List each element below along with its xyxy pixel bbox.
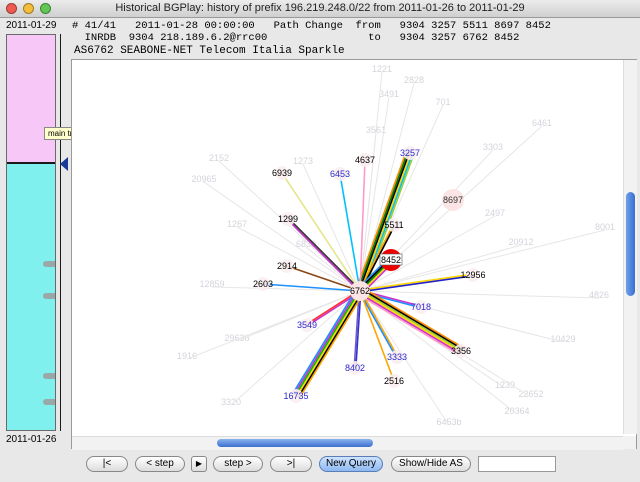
as-path-edge xyxy=(294,290,361,396)
timeline-event-mark xyxy=(43,373,55,379)
new-query-button[interactable]: New Query xyxy=(319,456,383,472)
background-as-label: 6453b xyxy=(436,417,461,427)
info-line-1: # 41/41 2011-01-28 00:00:00 Path Change … xyxy=(72,20,551,32)
horizontal-scroll-thumb[interactable] xyxy=(217,439,373,447)
as-node-2914[interactable]: 2914 xyxy=(277,261,297,271)
timeline-event-mark xyxy=(43,261,55,267)
background-edge xyxy=(203,181,361,292)
background-edge xyxy=(302,163,361,292)
last-step-button[interactable]: >| xyxy=(270,456,312,472)
next-step-button[interactable]: step > xyxy=(213,456,263,472)
as-node-6939[interactable]: 6939 xyxy=(272,168,292,178)
as-node-3257[interactable]: 3257 xyxy=(400,148,420,158)
as-node-3333[interactable]: 3333 xyxy=(387,352,407,362)
as-node-16735[interactable]: 16735 xyxy=(283,391,308,401)
show-hide-as-button[interactable]: Show/Hide AS xyxy=(391,456,471,472)
as-node-8402[interactable]: 8402 xyxy=(345,363,365,373)
info-line-2: INRDB 9304 218.189.6.2@rrc00 to 9304 325… xyxy=(72,32,520,44)
as-node-5511[interactable]: 5511 xyxy=(384,220,403,230)
window-titlebar: Historical BGPlay: history of prefix 196… xyxy=(0,0,640,18)
play-icon: ▶ xyxy=(195,459,203,468)
timeline-end-date: 2011-01-26 xyxy=(6,434,57,445)
timeline-change-line xyxy=(7,162,55,164)
timeline-cursor-handle[interactable] xyxy=(60,157,68,171)
as-path-edge xyxy=(358,292,461,354)
timeline-event-mark xyxy=(43,293,55,299)
as-node-2516[interactable]: 2516 xyxy=(384,376,404,386)
as-node-8697[interactable]: 8697 xyxy=(443,195,463,205)
bgp-graph-canvas[interactable]: 1221282834917013561330321521273209651267… xyxy=(71,59,637,449)
as-search-input[interactable] xyxy=(478,456,556,472)
horizontal-scrollbar[interactable] xyxy=(72,436,623,450)
background-as-label: 4826 xyxy=(589,290,609,300)
play-button[interactable]: ▶ xyxy=(191,456,207,472)
as-node-6762[interactable]: 6762 xyxy=(350,286,370,296)
as-node-3356[interactable]: 3356 xyxy=(451,346,471,356)
scroll-corner xyxy=(623,436,636,449)
timeline-segment-pink xyxy=(7,35,55,163)
as-node-6453[interactable]: 6453 xyxy=(330,169,350,179)
bgp-graph[interactable]: 1221282834917013561330321521273209651267… xyxy=(72,60,637,449)
as-path-edge xyxy=(297,291,363,398)
as-node-1299[interactable]: 1299 xyxy=(278,214,298,224)
as-node-3549[interactable]: 3549 xyxy=(297,320,317,330)
previous-step-button[interactable]: < step xyxy=(135,456,185,472)
timeline-chart[interactable] xyxy=(6,34,56,431)
as-node-2603[interactable]: 2603 xyxy=(253,279,273,289)
as-path-edge xyxy=(286,219,361,293)
background-as-label: 22652 xyxy=(518,389,543,399)
as-path-edge xyxy=(295,291,362,397)
vertical-scroll-thumb[interactable] xyxy=(626,192,635,296)
timeline-start-date: 2011-01-29 xyxy=(6,20,57,31)
path-change-info: # 41/41 2011-01-28 00:00:00 Path Change … xyxy=(72,20,632,44)
as-path-edge xyxy=(359,291,461,353)
as-path-edge xyxy=(293,289,359,396)
as-node-8452[interactable]: 8452 xyxy=(381,255,401,265)
timeline-cursor-line xyxy=(60,34,61,431)
first-step-button[interactable]: |< xyxy=(86,456,128,472)
control-bar: |< < step ▶ step > >| New Query Show/Hid… xyxy=(0,454,640,480)
as-node-4637[interactable]: 4637 xyxy=(355,155,375,165)
as-node-12956[interactable]: 12956 xyxy=(460,270,485,280)
timeline-event-mark xyxy=(43,399,55,405)
window-title: Historical BGPlay: history of prefix 196… xyxy=(115,2,525,14)
background-as-label: 10429 xyxy=(550,334,575,344)
vertical-scrollbar[interactable] xyxy=(623,60,637,434)
timeline-panel: 2011-01-29 2011-01-26 xyxy=(2,20,68,450)
background-as-label: 29636 xyxy=(224,333,249,343)
background-edge xyxy=(359,290,600,299)
as-path-edge xyxy=(281,172,361,292)
selected-as-name: AS6762 SEABONE-NET Telecom Italia Sparkl… xyxy=(74,45,345,57)
as-node-7018[interactable]: 7018 xyxy=(411,302,431,312)
